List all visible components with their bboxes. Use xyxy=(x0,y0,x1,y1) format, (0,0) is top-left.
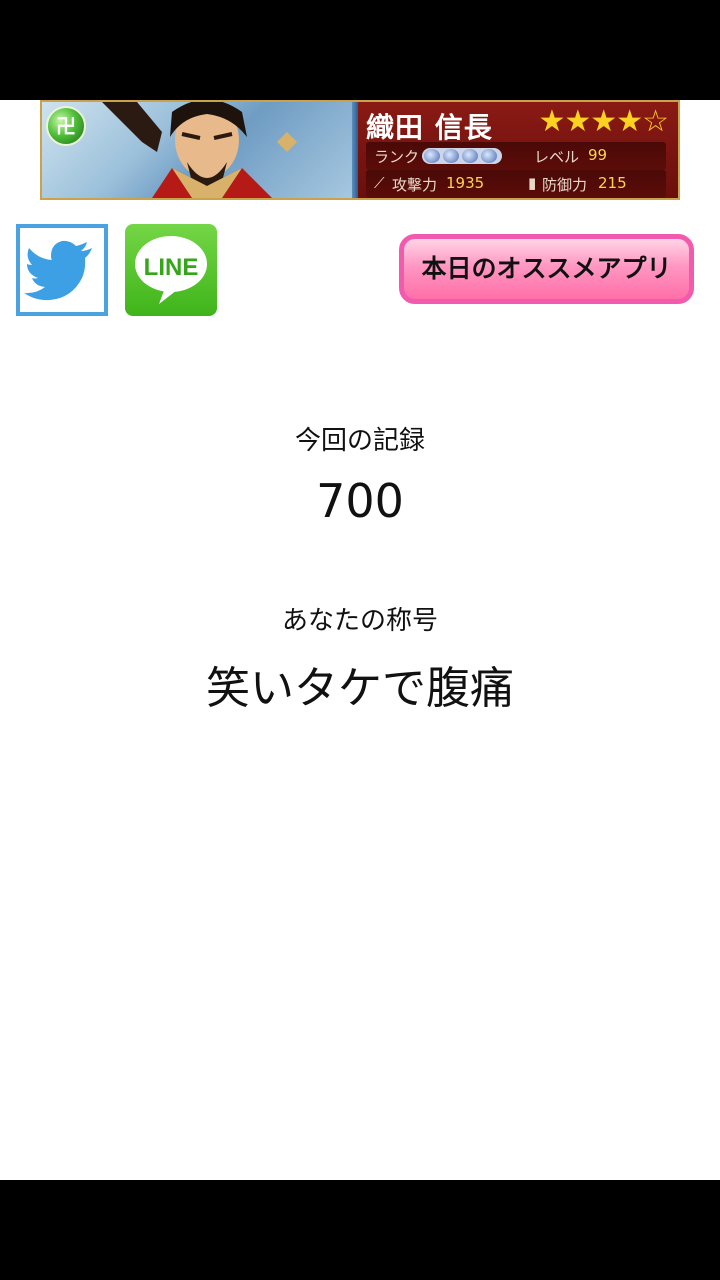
ad-character-name: 織田 信長 xyxy=(366,111,493,144)
ad-attack-value: 1935 xyxy=(446,174,485,192)
ad-info-panel: 織田 信長 ★★★★☆ ランク レベル 99 ⟋ 攻撃力 1935 ▮ 防御力 … xyxy=(358,102,678,198)
ad-stats-row-2: ⟋ 攻撃力 1935 ▮ 防御力 215 xyxy=(366,170,666,198)
title-label: あなたの称号 xyxy=(281,606,438,636)
bottom-black-bar xyxy=(0,1180,720,1280)
ad-attack-label: 攻撃力 xyxy=(392,176,438,194)
ad-defense-value: 215 xyxy=(598,174,627,192)
ad-defense-label: 防御力 xyxy=(542,176,588,194)
recommend-app-label: 本日のオススメアプリ xyxy=(421,254,672,283)
title-value: 笑いタケで腹痛 xyxy=(206,663,514,714)
warrior-portrait-image xyxy=(102,102,297,198)
twitter-share-button[interactable] xyxy=(16,224,108,316)
top-black-bar xyxy=(0,0,720,100)
ad-character-art: 卍 xyxy=(42,102,358,198)
recommend-app-button[interactable]: 本日のオススメアプリ xyxy=(399,234,694,304)
ad-level-value: 99 xyxy=(588,146,608,164)
sword-icon: ⟋ xyxy=(374,174,385,192)
record-label: 今回の記録 xyxy=(294,426,425,456)
line-logo-text: LINE xyxy=(143,254,199,281)
record-value: 700 xyxy=(316,474,404,528)
ad-rank-label: ランク xyxy=(374,148,420,166)
ad-rank-pips xyxy=(422,148,502,164)
twitter-bird-icon xyxy=(24,240,92,301)
ad-level-label: レベル xyxy=(534,148,580,166)
ad-stats-row-1: ランク レベル 99 xyxy=(366,142,666,170)
line-share-button[interactable]: LINE xyxy=(125,224,217,316)
ad-rating-stars: ★★★★☆ xyxy=(538,104,669,139)
shield-icon: ▮ xyxy=(528,174,537,192)
ad-banner[interactable]: 卍 織田 信長 ★★★★☆ ランク レベル 99 ⟋ 攻撃力 1935 ▮ 防御… xyxy=(40,100,680,200)
